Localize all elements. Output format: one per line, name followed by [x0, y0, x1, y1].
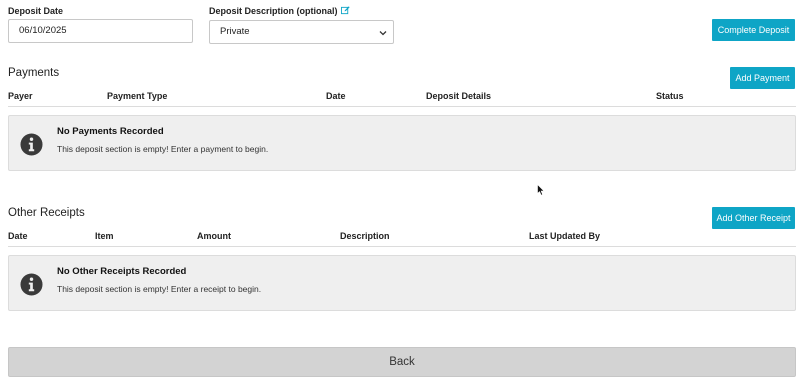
- receipts-col-item[interactable]: Item: [95, 231, 114, 241]
- deposit-description-label-text: Deposit Description (optional): [209, 6, 338, 16]
- back-button[interactable]: Back: [8, 347, 796, 377]
- payments-empty-state: No Payments Recorded This deposit sectio…: [8, 115, 796, 171]
- deposit-date-label: Deposit Date: [8, 6, 64, 16]
- chevron-down-icon: [379, 31, 387, 36]
- info-icon: [20, 133, 43, 156]
- deposit-description-select[interactable]: Private: [209, 20, 394, 44]
- receipts-empty-message: This deposit section is empty! Enter a r…: [57, 284, 262, 294]
- receipts-col-amount[interactable]: Amount: [197, 231, 231, 241]
- receipts-empty-title: No Other Receipts Recorded: [57, 266, 187, 277]
- complete-deposit-button[interactable]: Complete Deposit: [712, 19, 795, 41]
- receipts-col-description[interactable]: Description: [340, 231, 390, 241]
- add-other-receipt-button[interactable]: Add Other Receipt: [712, 207, 795, 229]
- payments-col-date[interactable]: Date: [326, 91, 346, 101]
- deposit-description-selected: Private: [220, 26, 250, 37]
- payments-col-deposit-details[interactable]: Deposit Details: [426, 91, 491, 101]
- payments-empty-title: No Payments Recorded: [57, 126, 164, 137]
- payments-col-status[interactable]: Status: [656, 91, 684, 101]
- deposit-date-input[interactable]: 06/10/2025: [8, 19, 193, 43]
- payments-header-divider: [8, 106, 796, 107]
- payments-section-title: Payments: [8, 67, 60, 79]
- payments-col-payment-type[interactable]: Payment Type: [107, 91, 167, 101]
- receipts-empty-state: No Other Receipts Recorded This deposit …: [8, 255, 796, 311]
- add-payment-button[interactable]: Add Payment: [730, 67, 795, 89]
- info-icon: [20, 273, 43, 296]
- receipts-col-date[interactable]: Date: [8, 231, 28, 241]
- mouse-pointer-icon: [537, 184, 545, 196]
- edit-icon[interactable]: [340, 6, 350, 15]
- payments-col-payer[interactable]: Payer: [8, 91, 33, 101]
- deposit-description-label: Deposit Description (optional): [209, 6, 350, 16]
- payments-empty-message: This deposit section is empty! Enter a p…: [57, 144, 269, 154]
- other-receipts-section-title: Other Receipts: [8, 207, 85, 219]
- receipts-header-divider: [8, 246, 796, 247]
- receipts-col-last-updated-by[interactable]: Last Updated By: [529, 231, 600, 241]
